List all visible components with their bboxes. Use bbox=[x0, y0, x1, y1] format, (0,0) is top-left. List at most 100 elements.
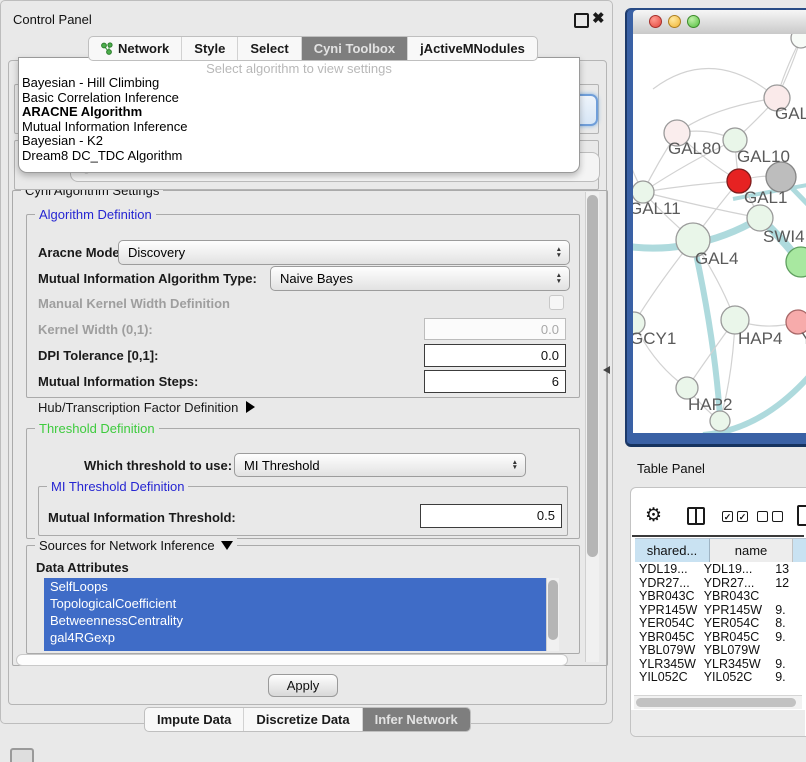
stepper-arrows-icon: ▲▼ bbox=[556, 247, 569, 258]
close-traffic-light-icon[interactable] bbox=[649, 15, 662, 28]
table-row[interactable]: YDL19...YDL19...13 bbox=[635, 563, 806, 577]
tab-style[interactable]: Style bbox=[182, 37, 238, 60]
tab-select[interactable]: Select bbox=[238, 37, 301, 60]
column-header[interactable]: shared... bbox=[635, 538, 710, 562]
tab-jactivemnodules[interactable]: jActiveMNodules bbox=[408, 37, 537, 60]
table-hscrollbar[interactable] bbox=[634, 695, 802, 709]
expand-right-icon bbox=[246, 401, 255, 413]
network-node[interactable] bbox=[710, 411, 730, 431]
algorithm-option[interactable]: Bayesian - K2 bbox=[19, 134, 579, 149]
zoom-traffic-light-icon[interactable] bbox=[687, 15, 700, 28]
tab-label: Style bbox=[194, 41, 225, 56]
tab-label: Discretize Data bbox=[256, 712, 349, 727]
table-row[interactable]: YIL052CYIL052C9. bbox=[635, 671, 806, 685]
column-header[interactable] bbox=[793, 538, 806, 562]
tab-discretize-data[interactable]: Discretize Data bbox=[244, 708, 362, 731]
tab-label: Select bbox=[250, 41, 288, 56]
algorithm-option[interactable]: Dream8 DC_TDC Algorithm bbox=[19, 149, 579, 164]
algorithm-option[interactable]: Mutual Information Inference bbox=[19, 120, 579, 135]
network-node-label: GAL1 bbox=[744, 188, 787, 207]
column-header[interactable]: name bbox=[710, 538, 793, 562]
tab-label: Impute Data bbox=[157, 712, 231, 727]
algorithm-option[interactable]: Bayesian - Hill Climbing bbox=[19, 76, 579, 91]
table-cell: YLR345W bbox=[700, 658, 772, 672]
manual-kernel-checkbox[interactable] bbox=[549, 295, 564, 310]
attribute-item[interactable]: BetweennessCentrality bbox=[44, 612, 546, 629]
algorithm-option-list: Bayesian - Hill ClimbingBasic Correlatio… bbox=[19, 76, 579, 163]
network-edge bbox=[653, 69, 777, 98]
tab-impute-data[interactable]: Impute Data bbox=[145, 708, 244, 731]
table-toolbar-separator bbox=[632, 535, 804, 537]
data-attributes-list[interactable]: SelfLoopsTopologicalCoefficientBetweenne… bbox=[44, 578, 546, 651]
gear-icon[interactable]: ⚙ bbox=[645, 504, 662, 527]
network-canvas[interactable]: GALGAL80GAL10GAL1GAL11SWI4GAL4GCY1HAP4YH… bbox=[633, 34, 806, 433]
control-panel-title: Control Panel bbox=[13, 12, 92, 27]
tab-cyni-toolbox[interactable]: Cyni Toolbox bbox=[302, 37, 408, 60]
network-node[interactable] bbox=[791, 34, 806, 48]
hub-definition-toggle[interactable]: Hub/Transcription Factor Definition bbox=[38, 400, 255, 415]
attribute-item[interactable]: SelfLoops bbox=[44, 578, 546, 595]
mi-steps-field[interactable]: 6 bbox=[424, 370, 566, 393]
close-icon[interactable]: ✖ bbox=[592, 9, 605, 27]
table-row[interactable]: YDR27...YDR27...12 bbox=[635, 577, 806, 591]
apply-button[interactable]: Apply bbox=[268, 674, 338, 697]
unchecked-checkbox-icon[interactable] bbox=[772, 511, 783, 522]
network-node-label: Y bbox=[801, 329, 806, 348]
table-cell: 9. bbox=[771, 604, 806, 618]
split-columns-icon[interactable] bbox=[687, 507, 705, 525]
minimized-panel-button[interactable] bbox=[10, 748, 34, 762]
table-row[interactable]: YBR043CYBR043C bbox=[635, 590, 806, 604]
network-node-label: GAL11 bbox=[633, 199, 681, 218]
settings-scrollbar[interactable] bbox=[585, 192, 599, 662]
minimize-traffic-light-icon[interactable] bbox=[668, 15, 681, 28]
network-edge bbox=[677, 98, 777, 133]
dpi-tolerance-field[interactable]: 0.0 bbox=[424, 344, 566, 367]
table-cell: YIL052C bbox=[700, 671, 772, 685]
mi-type-select[interactable]: Naive Bayes ▲▼ bbox=[270, 266, 570, 291]
unchecked-checkbox-icon[interactable] bbox=[757, 511, 768, 522]
checked-checkbox-icon[interactable]: ✓ bbox=[737, 511, 748, 522]
settings-hscrollbar[interactable] bbox=[16, 654, 568, 666]
network-node-label: GAL10 bbox=[737, 147, 790, 166]
table-row[interactable]: YPR145WYPR145W9. bbox=[635, 604, 806, 618]
stepper-arrows-icon: ▲▼ bbox=[512, 460, 525, 471]
tab-network[interactable]: Network bbox=[89, 37, 182, 60]
attributes-scrollbar[interactable] bbox=[546, 578, 559, 651]
network-node-label: GCY1 bbox=[633, 329, 676, 348]
which-threshold-select[interactable]: MI Threshold ▲▼ bbox=[234, 453, 526, 477]
page-icon[interactable] bbox=[797, 505, 806, 526]
aracne-mode-label: Aracne Mode: bbox=[38, 245, 124, 260]
dpi-tolerance-label: DPI Tolerance [0,1]: bbox=[38, 348, 158, 363]
table-cell: 12 bbox=[771, 577, 806, 591]
aracne-mode-select[interactable]: Discovery ▲▼ bbox=[118, 240, 570, 265]
tab-label: Network bbox=[118, 41, 169, 56]
mi-threshold-field[interactable]: 0.5 bbox=[420, 504, 562, 528]
algorithm-dropdown-popup: Select algorithm to view settings Bayesi… bbox=[18, 57, 580, 173]
table-panel-footer bbox=[631, 710, 805, 736]
table-toolbar: ⚙ ✓ ✓ bbox=[630, 500, 806, 534]
mouse-cursor bbox=[603, 366, 610, 374]
algorithm-option[interactable]: Basic Correlation Inference bbox=[19, 91, 579, 106]
kernel-width-label: Kernel Width (0,1): bbox=[38, 322, 153, 337]
sources-title[interactable]: Sources for Network Inference bbox=[35, 538, 237, 553]
table-row[interactable]: YLR345WYLR345W9. bbox=[635, 658, 806, 672]
cyni-bottom-tabbar: Impute Data Discretize Data Infer Network bbox=[144, 707, 471, 732]
algorithm-option[interactable]: ARACNE Algorithm bbox=[19, 105, 579, 120]
network-node-label: GAL80 bbox=[668, 139, 721, 158]
tab-infer-network[interactable]: Infer Network bbox=[363, 708, 470, 731]
float-panel-icon[interactable] bbox=[574, 13, 589, 28]
mi-steps-label: Mutual Information Steps: bbox=[38, 374, 198, 389]
table-row[interactable]: YER054CYER054C8. bbox=[635, 617, 806, 631]
table-body: YDL19...YDL19...13YDR27...YDR27...12YBR0… bbox=[635, 563, 806, 691]
attribute-item[interactable]: TopologicalCoefficient bbox=[44, 595, 546, 612]
network-node-label: HAP4 bbox=[738, 329, 782, 348]
table-cell: YIL052C bbox=[635, 671, 700, 685]
table-cell: 9. bbox=[771, 658, 806, 672]
network-node-label: SWI4 bbox=[763, 227, 805, 246]
table-row[interactable]: YBL079WYBL079W bbox=[635, 644, 806, 658]
tab-label: Infer Network bbox=[375, 712, 458, 727]
table-row[interactable]: YBR045CYBR045C9. bbox=[635, 631, 806, 645]
checked-checkbox-icon[interactable]: ✓ bbox=[722, 511, 733, 522]
attribute-item[interactable]: gal4RGexp bbox=[44, 629, 546, 646]
network-window-titlebar[interactable] bbox=[633, 10, 806, 35]
